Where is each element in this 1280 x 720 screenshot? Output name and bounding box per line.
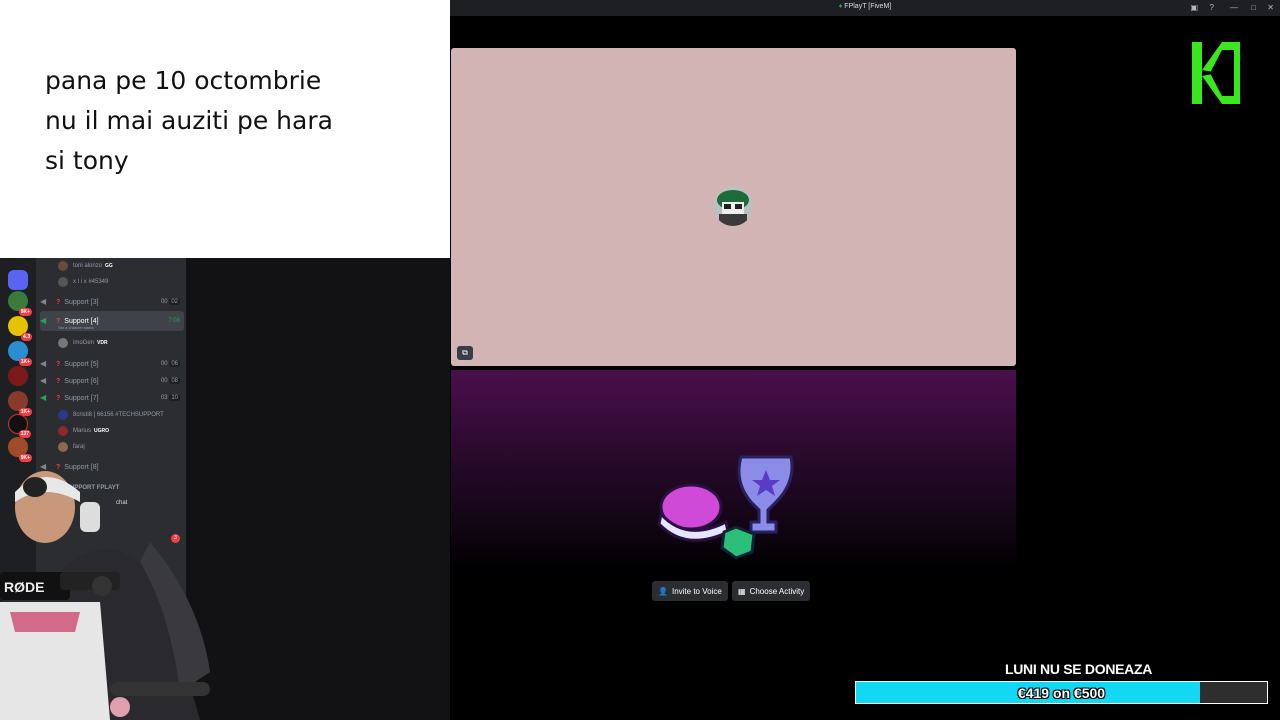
server-icon-6[interactable]: 137 [8, 414, 31, 438]
avatar [58, 426, 68, 436]
avatar [58, 410, 68, 420]
voice-timer: 7:08 [168, 318, 180, 324]
minimize-icon[interactable]: — [1230, 3, 1238, 12]
server-icon-dm[interactable] [8, 270, 28, 290]
server-icon-3[interactable]: 1K+ [8, 341, 32, 366]
member-name: faraj [73, 444, 85, 450]
donation-progress-bar: €419 on €500 [855, 681, 1268, 704]
speaker-icon: ◀ [40, 376, 47, 385]
speaker-icon: ◀ [40, 297, 47, 306]
note-line-1: pana pe 10 octombrie [45, 66, 322, 95]
activity-area [451, 370, 1016, 570]
server-badge: 9K+ [18, 454, 32, 462]
donation-goal-title: LUNI NU SE DONEAZA [1005, 661, 1153, 677]
note-line-2: nu il mai auziti pe hara [45, 106, 333, 135]
activity-illustration [657, 455, 794, 560]
overlay-note: pana pe 10 octombrie nu il mai auziti pe… [0, 0, 450, 258]
invite-to-voice-label: Invite to Voice [671, 586, 722, 596]
window-title: ♦ FPlayT [FiveM] [838, 3, 892, 10]
help-icon: ? [56, 360, 61, 368]
avatar [58, 277, 68, 287]
voice-status-icon: ♦ [838, 3, 843, 10]
stream-background [186, 258, 450, 720]
close-icon[interactable]: ✕ [1267, 3, 1274, 12]
voice-channel-support-3[interactable]: ◀ ? Support [3] 00 02 [40, 294, 184, 310]
window-titlebar: ♦ FPlayT [FiveM] ▣ ? — □ ✕ [450, 0, 1280, 16]
participant-tile[interactable]: ⧉ [451, 48, 1016, 366]
server-icon-5[interactable]: 1K+ [8, 391, 32, 416]
help-icon[interactable]: ? [1210, 3, 1214, 12]
member-tag: GG [105, 263, 113, 269]
help-icon: ? [56, 298, 61, 306]
user-counter: 00 02 [160, 299, 180, 305]
help-icon: ? [56, 317, 61, 325]
member-name: Marius [73, 428, 92, 434]
avatar [58, 442, 68, 452]
voice-member[interactable]: imoGen VDR [58, 338, 108, 348]
donation-progress-label: €419 on €500 [1017, 685, 1106, 701]
user-counter: 00 08 [160, 378, 180, 384]
webcam-feed: RØDE [0, 462, 220, 720]
member-name: x l i x #45349 [73, 279, 109, 285]
maximize-icon[interactable]: □ [1251, 3, 1256, 12]
choose-activity-label: Choose Activity [749, 586, 805, 596]
channel-name: Support [7] [64, 394, 99, 402]
speaker-icon: ◀ [40, 316, 47, 325]
channel-name: Support [3] [64, 298, 99, 306]
user-counter: 00 06 [160, 361, 180, 367]
inbox-icon[interactable]: ▣ [1190, 3, 1198, 12]
channel-logo [1192, 42, 1240, 104]
add-user-icon: 👤 [658, 586, 668, 596]
voice-member[interactable]: x l i x #45349 [58, 277, 108, 287]
server-icon-4[interactable] [8, 366, 28, 386]
member-name: imoGen [73, 340, 95, 346]
voice-channel-support-7[interactable]: ◀ ? Support [7] 03 10 [40, 390, 184, 406]
member-name: toni alonzo [73, 263, 103, 269]
avatar [58, 261, 68, 271]
svg-text:RØDE: RØDE [4, 579, 44, 595]
server-icon-1[interactable]: 9K+ [8, 291, 32, 316]
note-line-3: si tony [45, 146, 129, 175]
voice-member[interactable]: 8cristi8 | 66156 #TECHSUPPORT [58, 410, 164, 420]
help-icon: ? [56, 394, 61, 402]
choose-activity-button[interactable]: ▦ Choose Activity [732, 581, 811, 601]
server-icon-2[interactable]: 4.3 [8, 316, 32, 341]
channel-status-placeholder[interactable]: Set a channel status [58, 325, 94, 330]
voice-member[interactable]: toni alonzo GG [58, 261, 113, 271]
help-icon: ? [56, 377, 61, 385]
channel-name: Support [4] [64, 317, 99, 325]
voice-channel-support-6[interactable]: ◀ ? Support [6] 00 08 [40, 373, 184, 389]
user-counter: 03 10 [160, 395, 180, 401]
server-badge: 4.3 [21, 333, 32, 341]
voice-member[interactable]: faraj [58, 442, 85, 452]
server-icon-7[interactable]: 9K+ [8, 437, 32, 462]
participant-avatar [713, 186, 753, 226]
voice-channel-support-5[interactable]: ◀ ? Support [5] 00 06 [40, 356, 184, 372]
activity-grid-icon: ▦ [738, 586, 746, 596]
invite-to-voice-button[interactable]: 👤 Invite to Voice [652, 581, 728, 601]
channel-name: Support [6] [64, 377, 99, 385]
pop-out-icon[interactable]: ⧉ [457, 346, 473, 360]
server-badge: 1K+ [18, 358, 32, 366]
avatar [58, 338, 68, 348]
speaker-icon: ◀ [40, 359, 47, 368]
member-name: 8cristi8 | 66156 #TECHSUPPORT [73, 412, 164, 418]
voice-member[interactable]: Marius UGRO [58, 426, 110, 436]
channel-name: Support [5] [64, 360, 99, 368]
server-badge: 9K+ [18, 308, 32, 316]
member-tag: VDR [97, 340, 108, 346]
speaker-icon: ◀ [40, 393, 47, 402]
member-tag: UGRO [94, 428, 110, 434]
